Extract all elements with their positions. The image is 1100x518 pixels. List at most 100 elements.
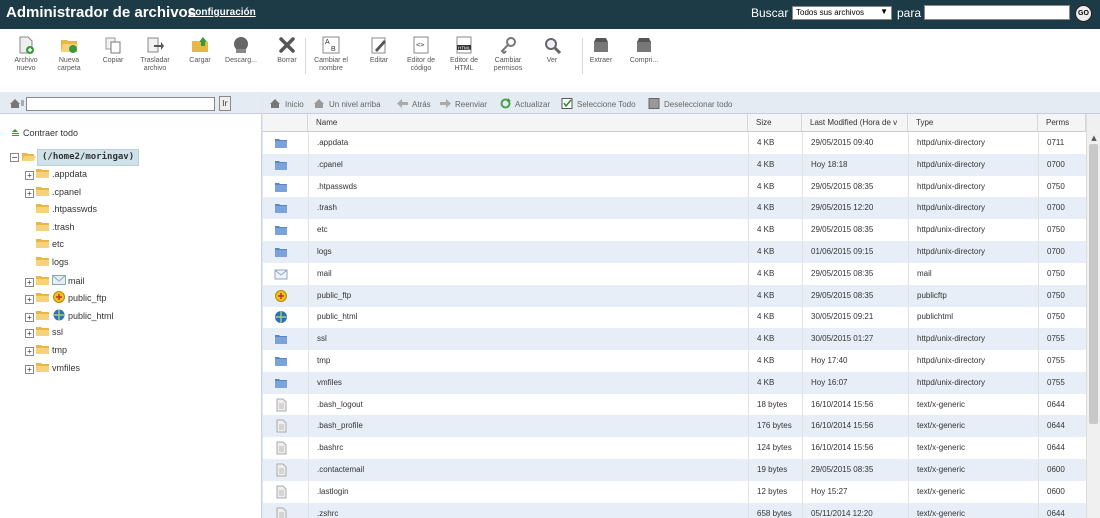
column-header-name[interactable]: Name <box>308 114 748 132</box>
tree-item-ssl[interactable]: + ssl <box>25 326 63 340</box>
expand-toggle-icon[interactable]: + <box>25 295 34 305</box>
toolbar-rename-button[interactable]: A B Cambiar el nombre <box>311 36 351 73</box>
tree-item-dot-trash[interactable]: .trash <box>25 221 75 235</box>
select-all-button[interactable]: Seleccione Todo <box>561 98 636 109</box>
file-row[interactable]: vmfiles 4 KB Hoy 16:07 httpd/unix-directory… <box>263 371 1086 394</box>
file-row[interactable]: public_html 4 KB 30/05/2015 09:21 publichtm… <box>263 306 1086 328</box>
file-row[interactable]: .bash_profile 176 bytes 16/10/2014 15:56 te… <box>263 415 1086 438</box>
file-row[interactable]: etc 4 KB 29/05/2015 08:35 httpd/unix-direct… <box>263 219 1086 241</box>
file-name-cell: .zshrc <box>317 508 339 518</box>
expand-toggle-icon[interactable]: + <box>25 364 34 374</box>
toolbar-view-button[interactable]: Ver <box>532 36 572 65</box>
up-one-level-button[interactable]: Un nivel arriba <box>313 98 381 109</box>
toolbar-copy-button[interactable]: Copiar <box>93 36 133 65</box>
collapse-toggle-icon[interactable]: − <box>10 153 19 162</box>
toolbar-edit-button[interactable]: Editar <box>359 36 399 65</box>
reload-button[interactable]: Actualizar <box>499 98 550 109</box>
path-go-button[interactable]: Ir <box>219 96 231 111</box>
file-row[interactable]: .zshrc 658 bytes 05/11/2014 12:20 text/x-ge… <box>263 502 1086 518</box>
file-row[interactable]: .contactemail 19 bytes 29/05/2015 08:35 tex… <box>263 459 1086 481</box>
tree-item-public-ftp[interactable]: + public_ftp <box>25 291 107 305</box>
column-header-size[interactable]: Size <box>748 114 802 132</box>
toolbar-permissions-button[interactable]: Cambiar permisos <box>488 36 528 73</box>
file-modified-cell: 29/05/2015 12:20 <box>811 203 874 213</box>
tree-item-label: .htpasswds <box>52 204 98 215</box>
search-scope-select[interactable]: Todos sus archivos ▼ <box>792 6 892 20</box>
file-name-cell: public_html <box>317 312 358 322</box>
tree-item-dot-htpasswds[interactable]: .htpasswds <box>25 203 97 217</box>
file-icon <box>276 485 287 499</box>
toolbar-extract-button[interactable]: Extraer <box>581 36 621 65</box>
expand-toggle-icon[interactable]: + <box>25 347 34 356</box>
file-row[interactable]: ssl 4 KB 30/05/2015 01:27 httpd/unix-direct… <box>263 328 1086 351</box>
home-icon <box>270 99 280 108</box>
home-button[interactable]: Inicio <box>269 98 304 109</box>
toolbar-download-button[interactable]: Descarg... <box>221 36 261 65</box>
checkbox-checked-icon <box>561 98 573 109</box>
file-row[interactable]: .cpanel 4 KB Hoy 18:18 httpd/unix-directory… <box>263 153 1086 176</box>
tree-root-label[interactable]: (/home2/moringav) <box>37 149 140 166</box>
scrollbar[interactable]: ▲ <box>1086 114 1100 518</box>
tree-item-etc[interactable]: etc <box>25 238 64 252</box>
scrollbar-thumb[interactable] <box>1089 144 1098 424</box>
file-row[interactable]: logs 4 KB 01/06/2015 09:15 httpd/unix-direc… <box>263 241 1086 263</box>
toolbar-compress-button[interactable]: Compri... <box>624 36 664 65</box>
search-label: Buscar <box>751 6 789 20</box>
tree-item-vmfiles[interactable]: + vmfiles <box>25 362 80 376</box>
scroll-up-icon[interactable]: ▲ <box>1088 134 1100 144</box>
toolbar-new-file-button[interactable]: Archivo nuevo <box>6 36 46 73</box>
file-name-cell: .cpanel <box>317 159 343 169</box>
file-row[interactable]: .appdata 4 KB 29/05/2015 09:40 httpd/unix-d… <box>263 132 1086 154</box>
toolbar-delete-button[interactable]: Borrar <box>267 36 307 65</box>
toolbar-move-button[interactable]: Trasladar archivo <box>135 36 175 73</box>
toolbar-new-folder-button[interactable]: Nueva carpeta <box>49 36 89 73</box>
file-modified-cell: 16/10/2014 15:56 <box>811 421 874 431</box>
search-input[interactable] <box>924 5 1070 20</box>
back-button[interactable]: Atrás <box>396 98 431 109</box>
search-go-button[interactable]: GO <box>1075 5 1092 22</box>
column-header-last-modified[interactable]: Last Modified (Hora de v <box>802 114 908 132</box>
folder-icon <box>275 160 287 170</box>
globe-icon <box>275 311 287 324</box>
tree-item-tmp[interactable]: + tmp <box>25 344 67 358</box>
expand-toggle-icon[interactable]: + <box>25 277 34 287</box>
deselect-all-button[interactable]: Deseleccionar todo <box>648 98 732 109</box>
toolbar-html-editor-button[interactable]: HTML Editor de HTML <box>444 36 484 73</box>
file-row[interactable]: .bashrc 124 bytes 16/10/2014 15:56 text/x-g… <box>263 437 1086 459</box>
expand-toggle-icon[interactable]: + <box>25 188 34 198</box>
expand-toggle-icon[interactable]: + <box>25 329 34 339</box>
file-list: Name Size Last Modified (Hora de v Type Perm… <box>263 114 1100 518</box>
toolbar-button-label: Compri... <box>629 57 659 64</box>
column-header-perms[interactable]: Perms <box>1038 114 1086 132</box>
toolbar-button-label: Editar <box>369 57 389 64</box>
file-row[interactable]: .trash 4 KB 29/05/2015 12:20 httpd/unix-dir… <box>263 197 1086 220</box>
forward-button[interactable]: Reenviar <box>439 98 487 109</box>
file-row[interactable]: tmp 4 KB Hoy 17:40 httpd/unix-directory 0755 <box>263 350 1086 372</box>
path-input[interactable] <box>26 97 215 111</box>
settings-link[interactable]: Configuración <box>188 7 256 18</box>
file-row[interactable]: .htpasswds 4 KB 29/05/2015 08:35 httpd/unix… <box>263 176 1086 198</box>
file-type-cell: httpd/unix-directory <box>917 247 986 256</box>
file-perms-cell: 0700 <box>1047 159 1065 169</box>
file-size-cell: 658 bytes <box>757 508 792 518</box>
file-row[interactable]: .bash_logout 18 bytes 16/10/2014 15:56 text… <box>263 394 1086 416</box>
collapse-all-link[interactable]: Contraer todo <box>11 128 78 138</box>
toolbar-code-editor-button[interactable]: <> Editor de código <box>401 36 441 73</box>
tree-item-mail[interactable]: + mail <box>25 274 85 288</box>
file-row[interactable]: public_ftp 4 KB 29/05/2015 08:35 publicftp 0… <box>263 284 1086 307</box>
column-header-type[interactable]: Type <box>908 114 1038 132</box>
expand-toggle-icon[interactable]: + <box>25 171 34 180</box>
file-row[interactable]: .lastlogin 12 bytes Hoy 15:27 text/x-generi… <box>263 481 1086 503</box>
expand-toggle-icon[interactable]: + <box>25 312 34 322</box>
upload-icon <box>192 37 208 52</box>
tree-item-logs[interactable]: logs <box>25 256 69 270</box>
file-size-cell: 4 KB <box>757 138 775 147</box>
tree-item-public-html[interactable]: + public_html <box>25 309 114 323</box>
file-size-cell: 176 bytes <box>757 421 792 431</box>
file-icon <box>276 398 287 412</box>
tree-item-dot-appdata[interactable]: + .appdata <box>25 168 87 182</box>
arrow-left-icon <box>397 99 408 108</box>
file-row[interactable]: mail 4 KB 29/05/2015 08:35 mail 0750 <box>263 263 1086 285</box>
tree-item-dot-cpanel[interactable]: + .cpanel <box>25 186 81 200</box>
toolbar-upload-button[interactable]: Cargar <box>180 36 220 65</box>
